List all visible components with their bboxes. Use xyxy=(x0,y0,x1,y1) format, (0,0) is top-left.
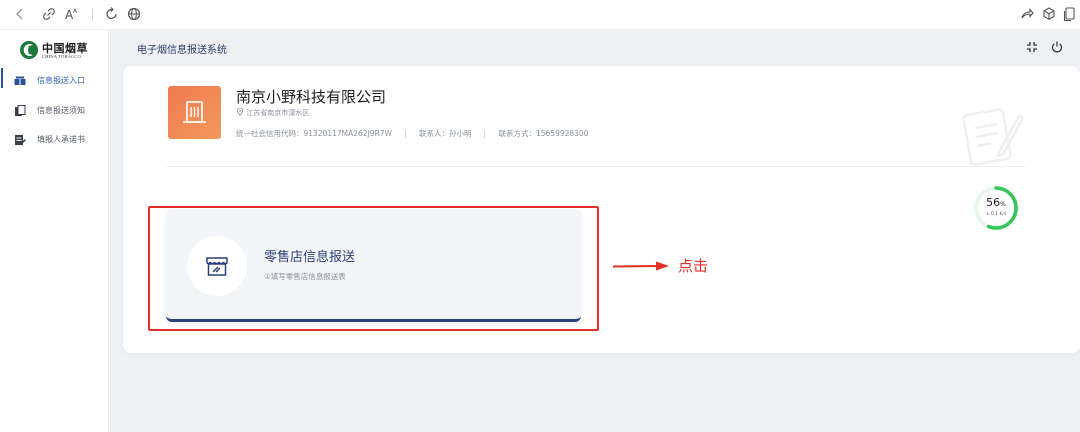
click-annotation-label: 点击 xyxy=(678,257,709,275)
arrow-right-icon xyxy=(612,261,669,271)
extensions-icon[interactable] xyxy=(1040,5,1058,23)
contact-phone: 联系方式：15659928300 xyxy=(498,129,589,138)
entry-icon xyxy=(14,76,26,85)
sidebar-item-pledge[interactable]: 填报人承诺书 xyxy=(14,133,106,147)
progress-speed: ↓ 0.1 K/s xyxy=(985,212,1007,217)
contact-person: 联系人：孙小明 xyxy=(418,129,472,138)
highlight-box xyxy=(148,206,599,331)
browser-toolbar: AA xyxy=(0,0,1080,30)
company-address-text: 江苏省南京市溧水区 xyxy=(246,109,310,117)
power-icon[interactable] xyxy=(1050,40,1064,54)
document-watermark-icon xyxy=(962,108,1025,166)
divider xyxy=(166,166,1026,167)
progress-percent-value: 56 xyxy=(986,196,1001,209)
progress-percent-sign: % xyxy=(1000,201,1006,208)
sidebar-item-notice[interactable]: 信息报送须知 xyxy=(14,104,106,118)
sidebar-item-label: 信息报送入口 xyxy=(37,76,85,85)
speed-progress-widget[interactable]: 56% ↓ 0.1 K/s xyxy=(973,185,1019,231)
sidebar-item-label: 填报人承诺书 xyxy=(37,135,85,144)
sidebar-item-entry[interactable]: 信息报送入口 xyxy=(14,74,106,88)
share-icon[interactable] xyxy=(1018,5,1036,23)
back-icon[interactable] xyxy=(11,5,29,23)
link-icon[interactable] xyxy=(40,5,58,23)
page: AA 中国烟草 CHINA TOBACCO 信息报送入口 信息报送须知 填报人承… xyxy=(0,0,1080,432)
logo-text-en: CHINA TOBACCO xyxy=(42,54,82,59)
logo: 中国烟草 CHINA TOBACCO xyxy=(19,39,105,63)
toolbar-separator xyxy=(92,8,93,21)
read-aloud-icon[interactable]: AA xyxy=(63,5,81,23)
company-avatar xyxy=(168,86,221,139)
company-meta: 统一社会信用代码：91320117MA262J9R7W 联系人：孙小明 联系方式：1… xyxy=(236,128,588,139)
main-header: 电子烟信息报送系统 xyxy=(110,30,1080,65)
meta-separator xyxy=(404,130,406,138)
building-icon xyxy=(183,101,206,123)
meta-separator xyxy=(484,130,486,138)
svg-text:A: A xyxy=(73,8,78,15)
page-title: 电子烟信息报送系统 xyxy=(137,45,227,56)
pledge-icon xyxy=(15,135,26,145)
company-address: 江苏省南京市溧水区 xyxy=(236,107,310,118)
active-indicator xyxy=(1,68,3,88)
refresh-icon[interactable] xyxy=(103,5,121,23)
collections-icon[interactable] xyxy=(1061,5,1079,23)
sidebar-item-label: 信息报送须知 xyxy=(37,106,85,115)
china-tobacco-logo-icon xyxy=(20,41,38,59)
sidebar: 中国烟草 CHINA TOBACCO 信息报送入口 信息报送须知 填报人承诺书 xyxy=(0,30,109,432)
location-pin-icon xyxy=(236,107,244,117)
fullscreen-icon[interactable] xyxy=(1025,40,1039,54)
globe-icon[interactable] xyxy=(125,5,143,23)
notice-icon xyxy=(15,105,26,116)
company-name: 南京小野科技有限公司 xyxy=(236,88,387,106)
credit-code: 统一社会信用代码：91320117MA262J9R7W xyxy=(236,129,392,138)
progress-percent: 56% xyxy=(973,196,1019,209)
